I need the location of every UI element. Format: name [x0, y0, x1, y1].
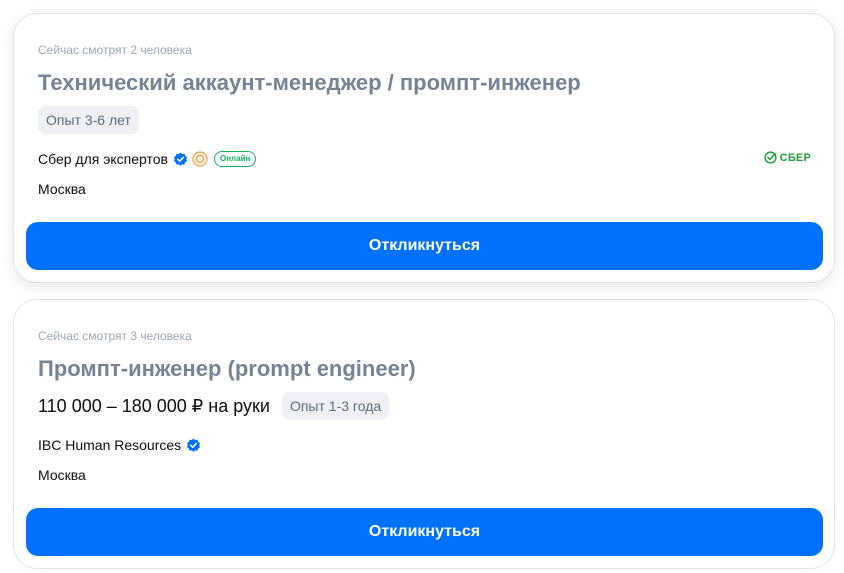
vacancy-card[interactable]: Сейчас смотрят 2 человека Технический ак… [13, 13, 835, 283]
company-row: IBC Human Resources [38, 437, 205, 453]
company-row: Сбер для экспертов Онлайн [38, 151, 257, 167]
viewers-count: Сейчас смотрят 3 человека [38, 329, 192, 343]
company-logo[interactable]: СБЕР [764, 151, 811, 164]
vacancy-title[interactable]: Промпт-инженер (prompt engineer) [38, 356, 416, 382]
verified-check-icon [173, 152, 188, 167]
vacancy-card[interactable]: Сейчас смотрят 3 человека Промпт-инженер… [13, 299, 835, 569]
apply-button[interactable]: Откликнуться [26, 222, 823, 270]
salary: 110 000 – 180 000 ₽ на руки [38, 395, 270, 416]
sber-logo-icon [764, 151, 777, 164]
verified-check-icon [186, 438, 201, 453]
company-logo-text: СБЕР [779, 151, 811, 164]
rating-badge-icon[interactable] [192, 151, 208, 167]
salary-row: 110 000 – 180 000 ₽ на руки Опыт 1-3 год… [38, 392, 390, 420]
city: Москва [38, 181, 86, 197]
company-name[interactable]: Сбер для экспертов [38, 151, 168, 167]
experience-chip: Опыт 1-3 года [281, 392, 390, 420]
vacancy-title[interactable]: Технический аккаунт-менеджер / промпт-ин… [38, 70, 581, 96]
online-badge: Онлайн [214, 151, 257, 167]
company-name[interactable]: IBC Human Resources [38, 437, 181, 453]
apply-button[interactable]: Откликнуться [26, 508, 823, 556]
city: Москва [38, 467, 86, 483]
experience-chip: Опыт 3-6 лет [38, 106, 139, 134]
viewers-count: Сейчас смотрят 2 человека [38, 43, 192, 57]
